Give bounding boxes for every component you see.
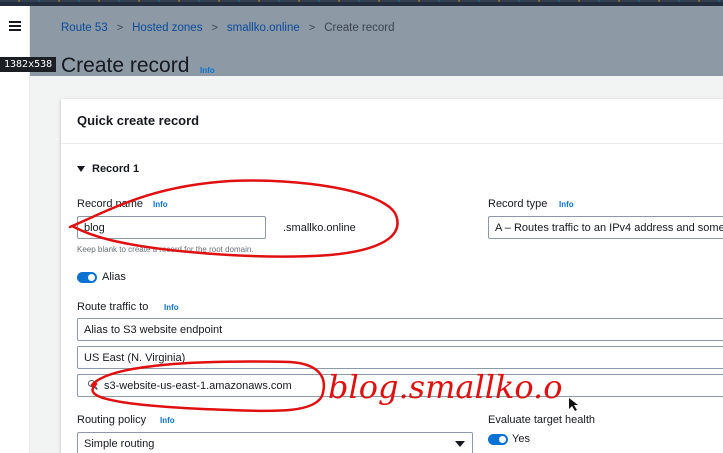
record-type-info-link[interactable]: Info bbox=[559, 200, 574, 209]
breadcrumb-separator-icon: > bbox=[211, 22, 218, 34]
evaluate-health-label: Evaluate target health bbox=[488, 414, 596, 426]
routing-policy-select[interactable]: Simple routing bbox=[77, 432, 473, 453]
menu-icon[interactable] bbox=[9, 21, 21, 31]
record-name-hint: Keep blank to create a record for the ro… bbox=[77, 245, 254, 254]
routing-policy-info-link[interactable]: Info bbox=[160, 416, 175, 425]
breadcrumb-route53[interactable]: Route 53 bbox=[61, 22, 108, 34]
side-navigation-strip bbox=[0, 6, 30, 453]
alias-toggle-icon[interactable] bbox=[77, 272, 97, 283]
breadcrumb-hosted-zones[interactable]: Hosted zones bbox=[132, 22, 202, 34]
record-type-label: Record type bbox=[488, 198, 548, 210]
page-title-info-link[interactable]: Info bbox=[200, 66, 215, 75]
alias-label: Alias bbox=[102, 271, 126, 283]
breadcrumb: Route 53 > Hosted zones > smallko.online… bbox=[61, 22, 395, 34]
route-traffic-info-link[interactable]: Info bbox=[164, 303, 179, 312]
record-1-label: Record 1 bbox=[92, 163, 140, 175]
breadcrumb-zone[interactable]: smallko.online bbox=[227, 22, 300, 34]
breadcrumb-current: Create record bbox=[324, 22, 395, 34]
region-select[interactable]: US East (N. Virginia) bbox=[77, 346, 723, 369]
domain-suffix: .smallko.online bbox=[283, 222, 356, 234]
routing-policy-label: Routing policy bbox=[77, 414, 147, 426]
chevron-down-icon bbox=[455, 441, 465, 447]
page-title: Create record bbox=[61, 54, 190, 77]
health-toggle-icon[interactable] bbox=[488, 434, 508, 445]
record-name-label: Record name bbox=[77, 198, 144, 210]
route-traffic-label: Route traffic to bbox=[77, 301, 149, 313]
panel-divider bbox=[61, 143, 723, 144]
target-search-input[interactable]: s3-website-us-east-1.amazonaws.com bbox=[77, 374, 723, 397]
record-1-toggle[interactable]: Record 1 bbox=[77, 163, 139, 175]
top-nav-stripe bbox=[0, 0, 723, 2]
record-type-select[interactable]: A – Routes traffic to an IPv4 address an… bbox=[488, 216, 723, 239]
quick-create-panel bbox=[61, 99, 723, 453]
record-name-info-link[interactable]: Info bbox=[153, 200, 168, 209]
breadcrumb-separator-icon: > bbox=[308, 22, 316, 34]
record-name-input[interactable]: blog bbox=[77, 216, 266, 239]
health-value: Yes bbox=[512, 433, 530, 445]
dimension-badge: 1382x538 bbox=[0, 57, 57, 72]
endpoint-select[interactable]: Alias to S3 website endpoint bbox=[77, 318, 723, 341]
panel-title: Quick create record bbox=[77, 113, 200, 128]
breadcrumb-separator-icon: > bbox=[116, 22, 124, 34]
search-icon bbox=[88, 380, 98, 390]
caret-down-icon bbox=[77, 166, 85, 172]
